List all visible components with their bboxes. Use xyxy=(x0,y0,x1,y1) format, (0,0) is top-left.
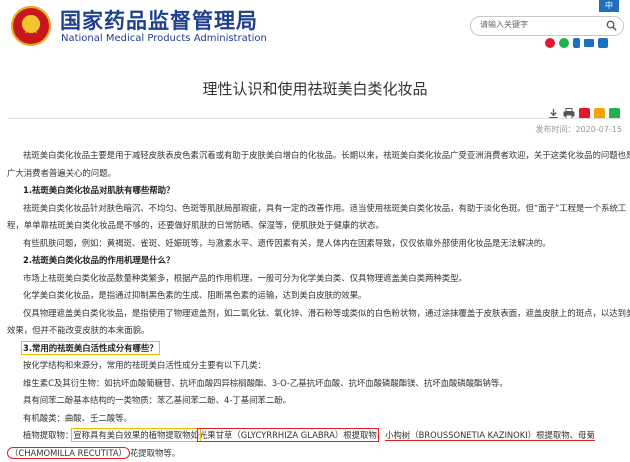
site-header: 国家药品监督管理局 National Medical Products Admi… xyxy=(0,0,630,58)
article-title: 理性认识和使用祛斑美白类化妆品 xyxy=(0,78,630,99)
article-body: 祛斑美白类化妆品主要是用于减轻皮肤表皮色素沉着或有助于皮肤美白增白的化妆品。长期… xyxy=(7,147,623,462)
paragraph: 效果，但并不能改变皮肤的本来面貌。 xyxy=(7,322,623,340)
social-links xyxy=(545,38,608,50)
mobile-icon[interactable] xyxy=(573,38,580,48)
underline-broussonetia: 小构树（BROUSSONETIA KAZINOKI）根提取物、母菊 xyxy=(385,430,595,441)
email-icon[interactable] xyxy=(584,39,594,47)
separator: 、 xyxy=(377,430,385,440)
plant-extract-label: 植物提取物： xyxy=(23,430,73,440)
highlight-chamomilla: （CHAMOMILLA RECUTITA） xyxy=(7,447,130,459)
paragraph: 具有间苯二酚基本结构的一类物质：苯乙基间苯二酚、4-丁基间苯二酚。 xyxy=(7,392,623,410)
language-switch-button[interactable]: 中 xyxy=(599,0,619,12)
paragraph-end: 花提取物等。 xyxy=(130,448,180,458)
title-divider xyxy=(8,118,622,119)
section-heading: 1.祛斑美白类化妆品对肌肤有哪些帮助？ xyxy=(7,182,623,200)
national-emblem-logo xyxy=(11,6,51,46)
article-tools xyxy=(548,104,620,123)
paragraph: 维生素C及其衍生物：如抗坏血酸葡糖苷、抗坏血酸四异棕榈酸酯、3-O-乙基抗坏血酸… xyxy=(7,375,623,393)
paragraph-plant-extracts-cont: （CHAMOMILLA RECUTITA）花提取物等。 xyxy=(7,445,623,462)
search-input[interactable] xyxy=(480,20,600,29)
paragraph-plant-extracts: 植物提取物：宣称具有美白效果的植物提取物如光果甘草（GLYCYRRHIZA GL… xyxy=(7,427,623,445)
paragraph: 按化学结构和来源分，常用的祛斑美白活性成分主要有以下几类： xyxy=(7,357,623,375)
paragraph: 市场上祛斑美白类化妆品数量种类繁多，根据产品的作用机理，一般可分为化学美白类、仅… xyxy=(7,270,623,288)
paragraph: 程，单单靠祛斑美白类化妆品是不够的，还要做好肌肤的日常防晒、保湿等，使肌肤处于健… xyxy=(7,217,623,235)
paragraph: 化学美白类化妆品，是指通过抑制黑色素的生成、阻断黑色素的运输，达到美白皮肤的效果… xyxy=(7,287,623,305)
publish-date: 发布时间：2020-07-15 xyxy=(536,124,623,135)
paragraph: 有机酸类：曲酸、壬二酸等。 xyxy=(7,410,623,428)
paragraph: 广大消费者普遍关心的问题。 xyxy=(7,165,623,183)
print-icon[interactable] xyxy=(563,104,575,123)
highlight-glycyrrhiza: 光果甘草（GLYCYRRHIZA GLABRA）根提取物 xyxy=(199,430,377,440)
accessibility-icon[interactable] xyxy=(598,38,608,48)
paragraph: 有些肌肤问题，例如：黄褐斑、雀斑、妊娠斑等，与激素水平、遗传因素有关，是人体内在… xyxy=(7,235,623,253)
download-icon[interactable] xyxy=(548,104,559,123)
section-heading: 2.祛斑美白类化妆品的作用机理是什么？ xyxy=(7,252,623,270)
paragraph: 祛斑美白类化妆品主要是用于减轻皮肤表皮色素沉着或有助于皮肤美白增白的化妆品。长期… xyxy=(7,147,623,165)
search-icon[interactable] xyxy=(606,20,617,31)
weibo-icon[interactable] xyxy=(545,38,555,48)
paragraph: 祛斑美白类化妆品针对肤色暗沉、不均匀、色斑等肌肤局部瑕疵，具有一定的改善作用。适… xyxy=(7,200,623,218)
paragraph: 仅具物理遮盖美白类化妆品，是指使用了物理遮盖剂，如二氧化钛、氧化锌、滑石粉等或类… xyxy=(7,305,623,323)
wechat-icon[interactable] xyxy=(559,38,569,48)
section-heading-highlighted: 3.常用的祛斑美白活性成分有哪些？ xyxy=(23,343,158,353)
highlight-plant-claim: 宣称具有美白效果的植物提取物如 xyxy=(73,430,199,440)
site-logo-english[interactable]: National Medical Products Administration xyxy=(61,33,267,44)
search-box xyxy=(470,16,624,36)
site-logo-chinese[interactable]: 国家药品监督管理局 xyxy=(60,5,258,35)
